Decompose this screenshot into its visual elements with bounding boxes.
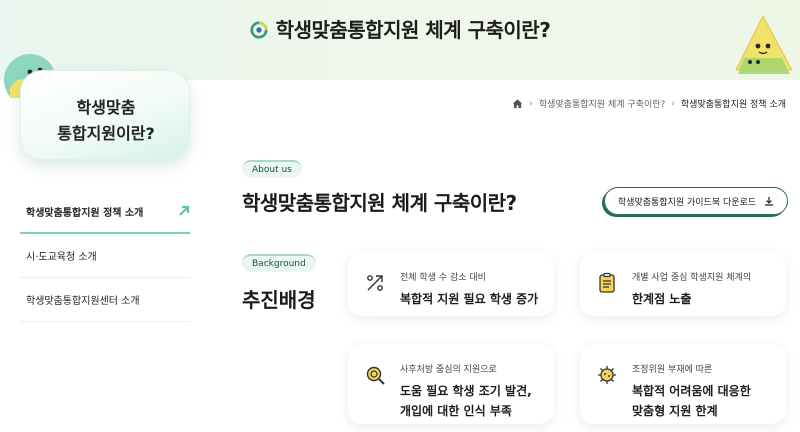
sidebar-item-label: 학생맞춤통합지원 정책 소개 [26, 207, 144, 219]
clipboard-icon [599, 272, 615, 293]
logo-icon [250, 21, 268, 39]
top-banner: 학생맞춤통합지원 체계 구축이란? [0, 0, 800, 98]
page-title: 학생맞춤통합지원 체계 구축이란? [242, 191, 517, 215]
guidebook-download-button[interactable]: 학생맞춤통합지원 가이드북 다운로드 [604, 187, 788, 215]
sidebar-item-education-office[interactable]: 시·도교육청 소개 [20, 234, 190, 278]
background-card: 사후처방 중심의 지원으로 도움 필요 학생 조기 발견, 개입에 대한 인식 … [348, 344, 554, 424]
sidebar-item-label: 학생맞춤통합지원센터 소개 [26, 296, 140, 307]
chevron-right-icon: › [529, 98, 533, 109]
sidebar-card: 학생맞춤 통합지원이란? [20, 70, 190, 160]
download-icon [765, 197, 774, 206]
guidebook-download-label: 학생맞춤통합지원 가이드북 다운로드 [617, 197, 757, 208]
background-tag: Background [242, 254, 316, 272]
card-subtitle: 사후처방 중심의 지원으로 [400, 365, 497, 375]
arrow-up-right-icon [179, 205, 190, 216]
chevron-right-icon: › [671, 98, 675, 109]
sidebar-card-title: 학생맞춤 통합지원이란? [57, 98, 155, 143]
breadcrumb: › 학생맞춤통합지원 체계 구축이란? › 학생맞춤통합지원 정책 소개 [512, 97, 786, 110]
breadcrumb-current: 학생맞춤통합지원 정책 소개 [680, 100, 786, 110]
card-title: 도움 필요 학생 조기 발견, 개입에 대한 인식 부족 [400, 384, 532, 418]
mascot-right-icon [735, 14, 793, 74]
home-icon[interactable] [512, 98, 523, 109]
sidebar-item-label: 시·도교육청 소개 [26, 252, 97, 263]
card-subtitle: 전체 학생 수 감소 대비 [400, 273, 486, 283]
background-card: 조정위원 부재에 따른 복합적 어려움에 대응한 맞춤형 지원 한계 [580, 344, 786, 424]
section-title: 추진배경 [242, 288, 316, 312]
breadcrumb-item[interactable]: 학생맞춤통합지원 체계 구축이란? [539, 97, 665, 110]
percent-trend-icon [367, 275, 383, 291]
banner-title-text: 학생맞춤통합지원 체계 구축이란? [275, 18, 551, 42]
magnifier-icon [366, 366, 385, 385]
card-title: 한계점 노출 [632, 292, 692, 306]
card-subtitle: 개별 사업 중심 학생지원 체계의 [632, 273, 752, 283]
banner-title: 학생맞춤통합지원 체계 구축이란? [0, 14, 800, 43]
about-tag: About us [242, 160, 302, 178]
virus-icon [598, 366, 616, 384]
sidebar-item-center[interactable]: 학생맞춤통합지원센터 소개 [20, 278, 190, 322]
sidebar-item-policy[interactable]: 학생맞춤통합지원 정책 소개 [20, 190, 190, 234]
sidebar-nav: 학생맞춤통합지원 정책 소개 시·도교육청 소개 학생맞춤통합지원센터 소개 [20, 190, 190, 322]
background-card: 전체 학생 수 감소 대비 복합적 지원 필요 학생 증가 [348, 252, 554, 316]
background-card: 개별 사업 중심 학생지원 체계의 한계점 노출 [580, 252, 786, 316]
card-title: 복합적 어려움에 대응한 맞춤형 지원 한계 [632, 384, 751, 418]
card-subtitle: 조정위원 부재에 따른 [632, 365, 713, 375]
card-title: 복합적 지원 필요 학생 증가 [400, 292, 539, 306]
